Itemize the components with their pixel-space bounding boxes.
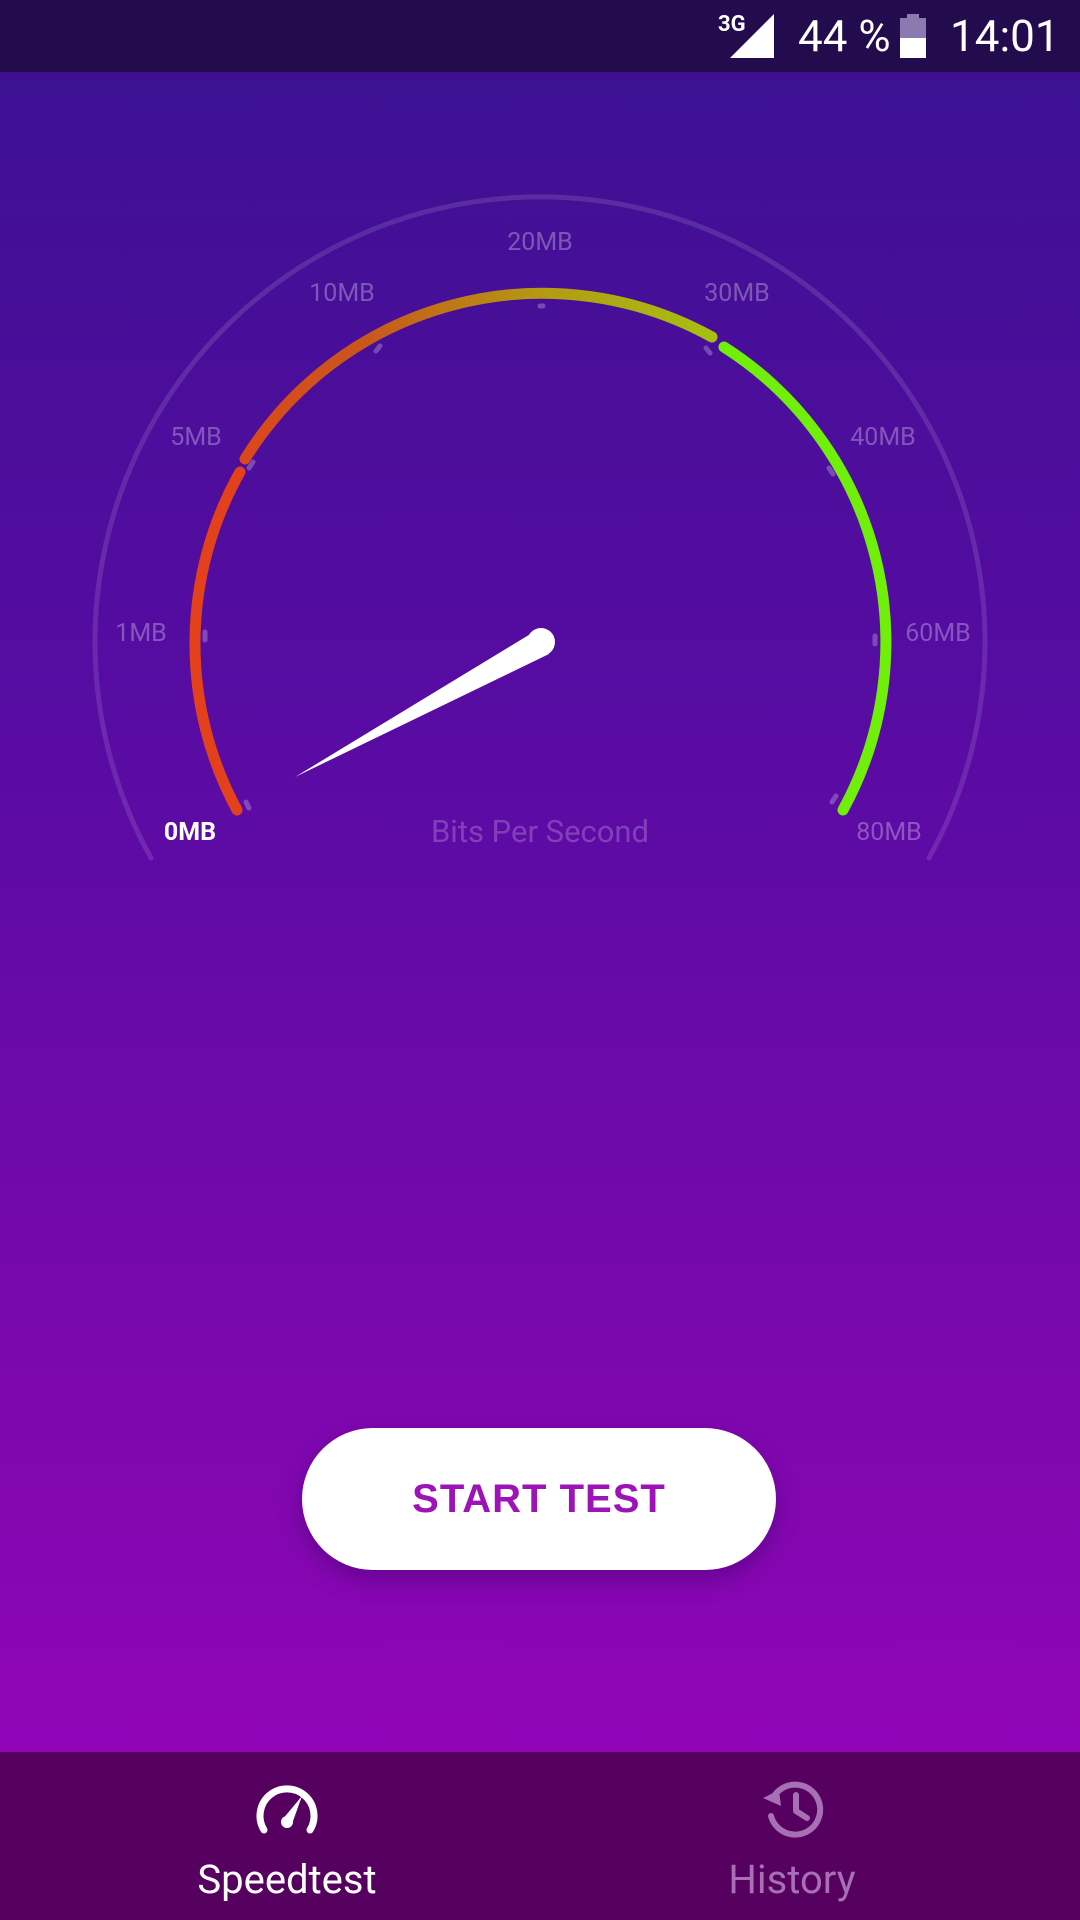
gauge-tick-label: 40MB <box>850 423 916 452</box>
gauge-tick-label: 5MB <box>170 423 221 452</box>
battery-percent: 44 % <box>798 10 891 62</box>
bottom-navigation: Speedtest History <box>0 1752 1080 1920</box>
history-icon <box>763 1781 824 1838</box>
gauge-tick-label: 0MB <box>164 818 216 847</box>
speedometer-icon <box>256 1785 318 1834</box>
nav-item-history[interactable]: History <box>642 1752 942 1920</box>
gauge-tick-label: 60MB <box>905 619 971 648</box>
signal-icon <box>730 14 774 58</box>
start-test-button[interactable]: START TEST <box>302 1428 776 1570</box>
gauge-arc-segment <box>718 341 892 816</box>
battery-icon <box>900 14 926 58</box>
gauge-tick-label: 30MB <box>704 279 770 308</box>
gauge-tick-label: 80MB <box>856 818 922 847</box>
nav-item-speedtest[interactable]: Speedtest <box>137 1752 437 1920</box>
gauge-arc-segment <box>189 466 246 816</box>
gauge-needle <box>295 628 555 777</box>
gauge-tick-label: 20MB <box>507 228 573 257</box>
clock: 14:01 <box>950 10 1060 62</box>
gauge-unit-label: Bits Per Second <box>431 813 649 850</box>
status-bar: 3G 44 % 14:01 <box>0 0 1080 72</box>
gauge-tick-label: 10MB <box>309 279 375 308</box>
gauge-tick-label: 1MB <box>115 619 166 648</box>
speed-gauge: 0MB 1MB 5MB 10MB 20MB 30MB 40MB 60MB 80M… <box>92 194 988 861</box>
gauge-arc-segment <box>239 287 718 465</box>
nav-label-speedtest: Speedtest <box>197 1856 377 1903</box>
nav-label-history: History <box>728 1856 856 1903</box>
